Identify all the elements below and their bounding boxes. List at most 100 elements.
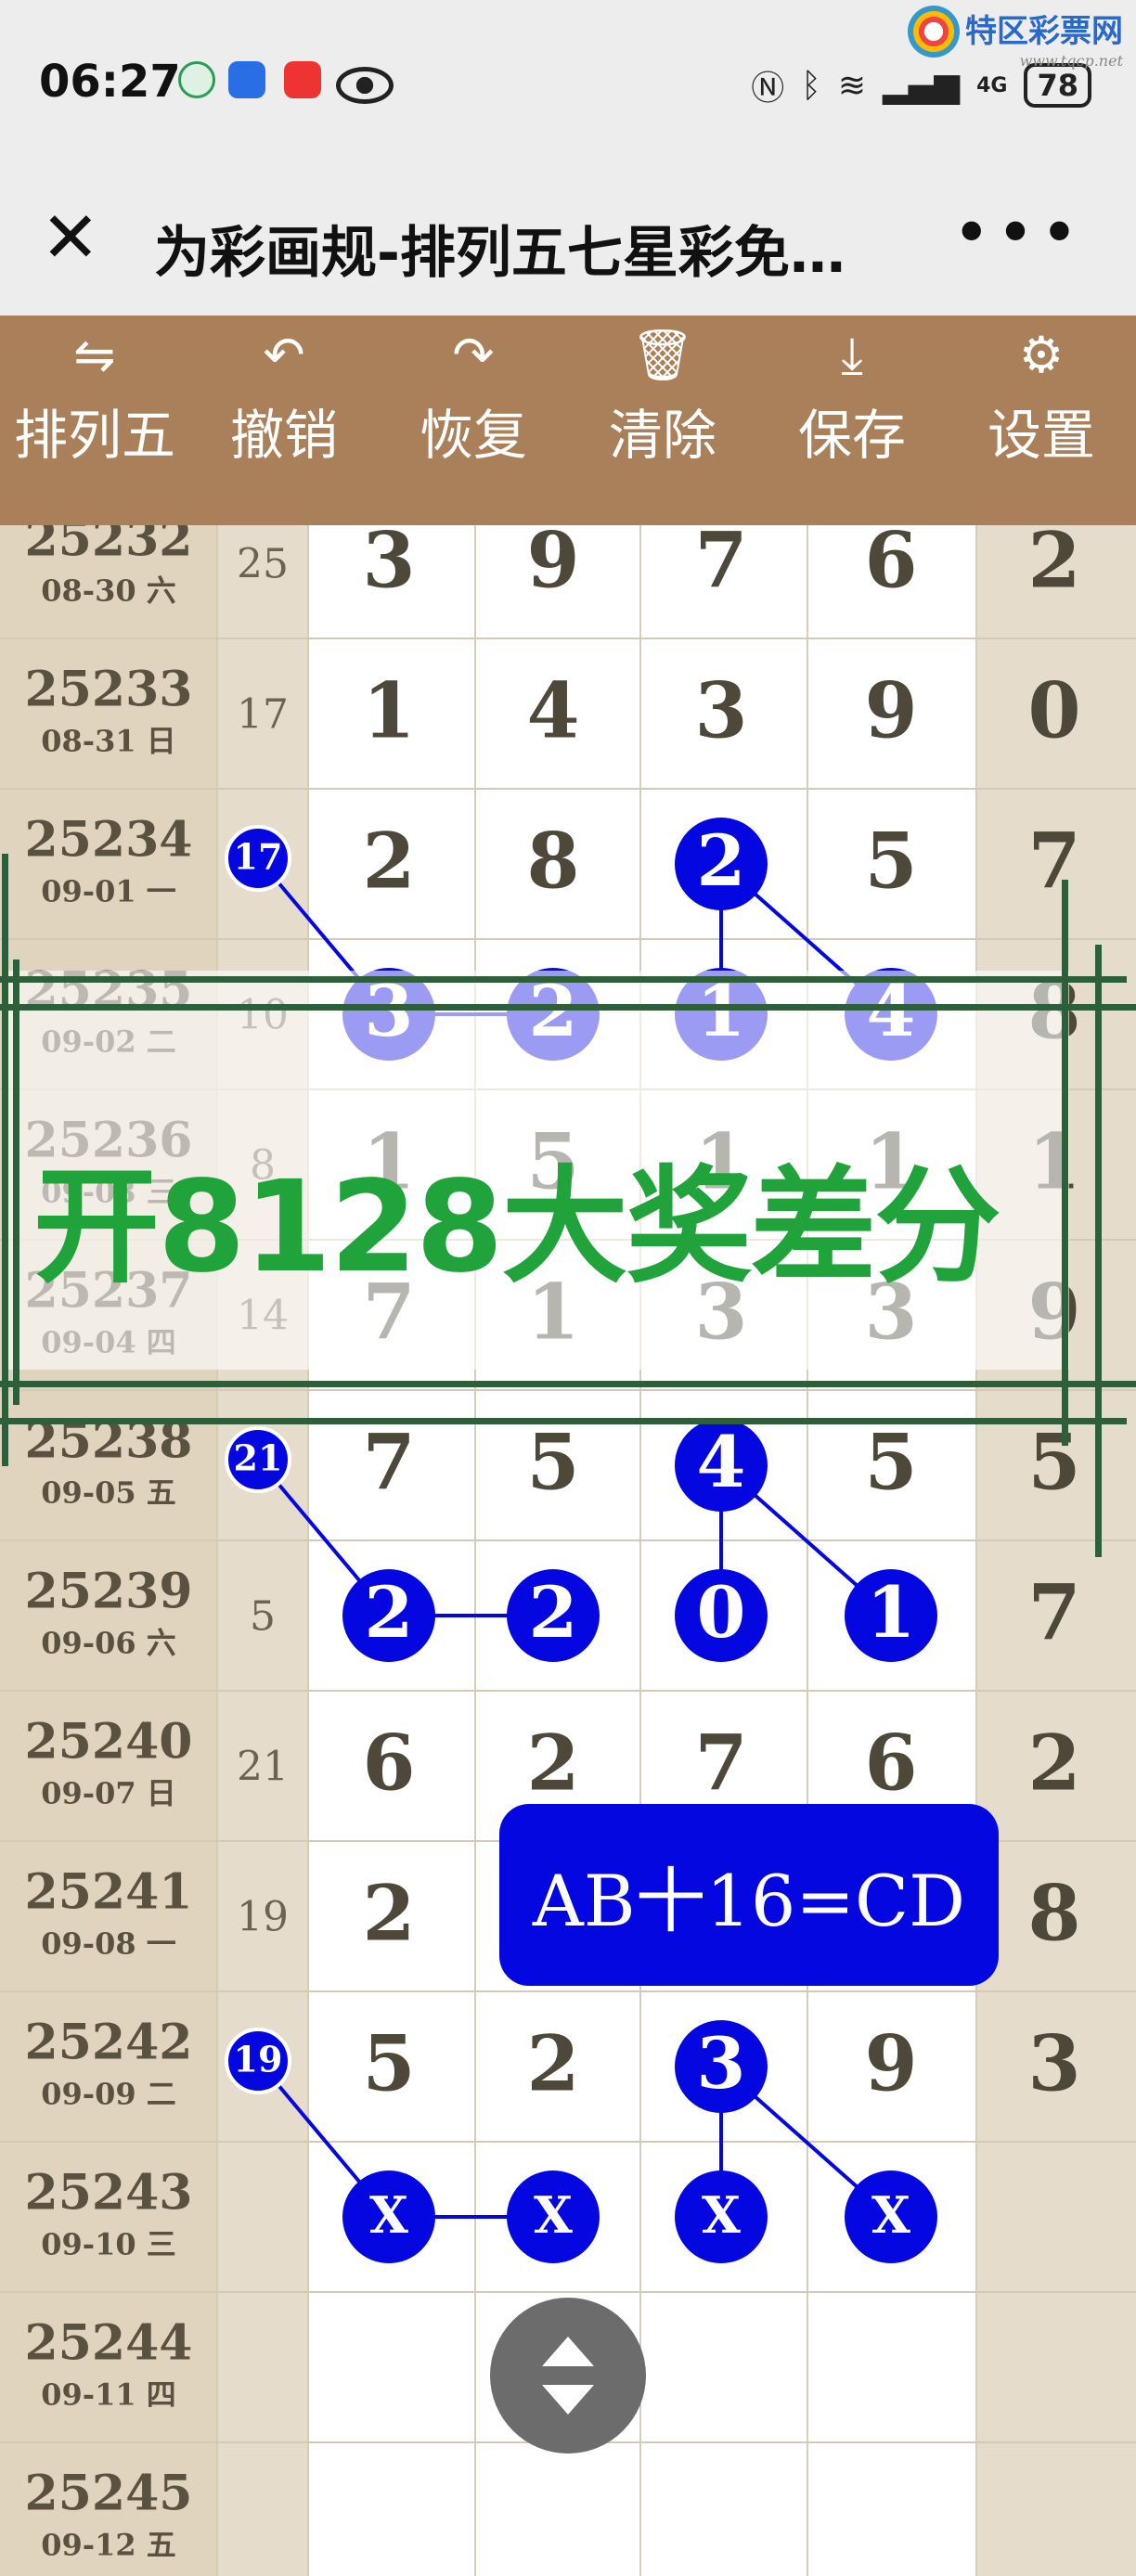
marker-ball-value: 21 [234,1437,283,1479]
digit-value: 1 [362,666,415,755]
issue-date: 09-09 二 [41,2077,176,2112]
status-time: 06:27 [39,56,181,108]
grid-canvas: 2523208-30 六25 3 9 7 6 22523308-31 日17 1 4 3 9 025… [0,525,1136,2576]
lottery-chart-grid[interactable]: 25232 08-30 六 25 3 9 7 6 2 25233 08-31 日 17 1 4 3 9 0 25… [0,525,1136,2576]
marker-ball-value: 19 [234,2039,283,2080]
trash-icon: 🗑 [630,326,695,384]
scroll-toggle-button[interactable] [490,2298,646,2454]
issue-number: 25244 [25,2315,193,2372]
digit-ball-value: X [871,2185,910,2245]
issue-date: 09-07 日 [41,1776,176,1811]
digit-value: 5 [864,1418,917,1507]
digit-ball-value: 0 [697,1571,746,1654]
watermark-site-name: 特区彩票网 [965,13,1123,50]
digit-value: 7 [694,525,747,605]
signal-icon: ▂▄▆ [883,66,961,105]
marker-ball-value: 17 [234,836,283,878]
network-type-icon: 4G [976,73,1008,97]
toolbar-label: 排列五 [13,404,175,467]
digit-value: 7 [694,1719,747,1808]
digit-value: 9 [864,2019,917,2108]
last-digit-value: 7 [1027,1568,1080,1657]
toolbar-button-clear[interactable]: 🗑 清除 [568,316,757,525]
toolbar-button-save[interactable]: ⤓ 保存 [757,316,947,525]
issue-number: 25240 [25,1714,193,1771]
digit-value: 2 [526,1719,579,1808]
banner-line [0,1418,1127,1424]
digit-value: 7 [362,1418,415,1507]
sum-value: 5 [250,1593,276,1641]
last-digit-value: 2 [1027,525,1080,605]
issue-date: 09-05 五 [41,1475,176,1511]
sum-value: 17 [237,691,289,739]
digit-value: 2 [362,1869,415,1958]
issue-number: 25241 [25,1864,193,1921]
watermark: 特区彩票网 www.tqcp.net [908,6,1123,70]
sum-value: 25 [237,541,289,588]
undo-icon: ↶ [263,326,305,384]
toolbar-label: 恢复 [419,404,527,467]
digit-ball-value: X [534,2185,573,2245]
toolbar-label: 设置 [987,404,1095,467]
last-digit-value: 8 [1027,1869,1080,1958]
banner-line [1062,880,1068,1446]
digit-ball-value: 1 [867,1571,916,1654]
redo-icon: ↷ [452,326,495,384]
status-bar: 06:27 Ⓝ ᛒ ≋ ▂▄▆ 4G 78 特区彩票网 www.tqcp.net [0,0,1136,167]
digit-value: 3 [362,525,415,605]
issue-number: 25233 [25,662,193,718]
more-menu-button[interactable]: ••• [952,195,1084,271]
watermark-url: www.tqcp.net [1019,52,1123,70]
wifi-icon: ≋ [837,66,867,105]
eye-icon [336,67,394,104]
digit-value: 2 [362,817,415,906]
digit-value: 9 [526,525,579,605]
page-title: 为彩画规-排列五七星彩免… [154,221,846,286]
digit-value: 9 [864,666,917,755]
banner-line [2,854,8,1466]
digit-ball-value: 2 [529,1571,578,1654]
sum-value: 19 [237,1894,289,1941]
sum-value: 21 [237,1744,289,1791]
toolbar: ⇋ 排列五 ↶ 撤销 ↷ 恢复 🗑 清除 ⤓ 保存 ⚙ 设置 [0,316,1136,525]
issue-date: 08-31 日 [41,724,176,759]
digit-value: 6 [362,1719,415,1808]
nfc-icon: Ⓝ [751,70,785,108]
toolbar-label: 清除 [608,404,716,467]
formula-callout: AB十16=CD [499,1804,999,1986]
issue-number: 25242 [25,2015,193,2071]
toolbar-button-undo[interactable]: ↶ 撤销 [189,316,379,525]
banner-line [0,1004,1136,1011]
banner-line [13,960,19,1405]
digit-ball-value: 2 [697,819,746,902]
issue-date: 09-11 四 [41,2377,176,2413]
digit-ball-value: 4 [697,1421,746,1503]
app-blue-icon [228,61,265,98]
issue-number: 25232 [25,525,193,568]
toolbar-label: 撤销 [229,404,338,467]
close-icon[interactable]: ✕ [41,200,100,275]
issue-date: 08-30 六 [41,573,176,609]
battery-icon: 78 [1024,63,1091,108]
toolbar-label: 保存 [797,404,906,467]
issue-date: 09-12 五 [41,2528,176,2563]
digit-value: 6 [864,1719,917,1808]
app-red-icon [284,61,321,98]
toolbar-button-settings[interactable]: ⚙ 设置 [947,316,1136,525]
last-digit-value: 3 [1027,2019,1080,2108]
arrow-down-icon [542,2385,594,2415]
digit-ball-value: X [369,2185,408,2245]
toolbar-button-switch[interactable]: ⇋ 排列五 [0,316,189,525]
digit-value: 2 [526,2019,579,2108]
banner-line [1095,945,1102,1557]
toolbar-button-redo[interactable]: ↷ 恢复 [379,316,568,525]
banner-line [0,976,1127,983]
vpn-icon [178,61,215,98]
download-icon: ⤓ [841,326,863,384]
digit-ball-value: 2 [365,1571,414,1654]
banner-line [0,1381,1136,1387]
banner-text: 开8128大奖差分 [33,1154,1001,1301]
last-digit-value: 5 [1027,1418,1080,1507]
digit-ball-value: X [702,2185,741,2245]
last-digit-value: 2 [1027,1719,1080,1808]
